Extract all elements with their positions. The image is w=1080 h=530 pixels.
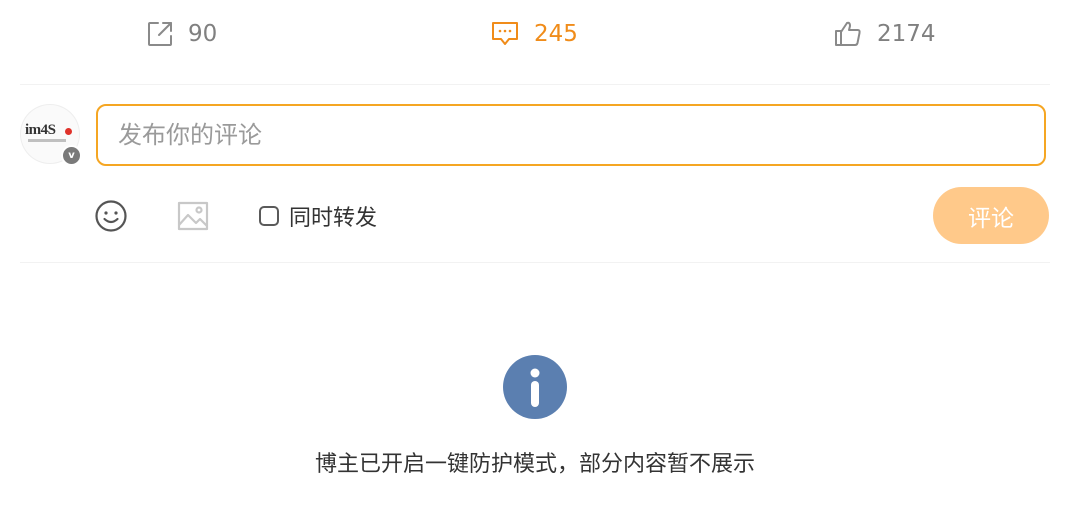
avatar-logo-subtext: [28, 139, 66, 142]
divider: [20, 84, 1050, 85]
also-forward-label: 同时转发: [289, 206, 378, 231]
weibo-comment-panel: 90 245 2174 im4S v 发布你的评论 同时转发 评论 博主已开启一…: [0, 0, 1080, 530]
thumbs-up-icon: [833, 19, 863, 49]
like-action[interactable]: 2174: [833, 14, 936, 54]
forward-count: 90: [188, 21, 218, 47]
info-icon: [503, 355, 567, 419]
emoji-button[interactable]: [94, 199, 128, 233]
image-upload-button[interactable]: [176, 199, 210, 233]
forward-action[interactable]: 90: [146, 14, 217, 54]
avatar-logo: im4S: [25, 122, 56, 138]
verified-badge-icon: v: [61, 145, 82, 166]
comment-action[interactable]: 245: [490, 14, 578, 54]
share-icon: [146, 20, 174, 48]
submit-comment-button[interactable]: 评论: [933, 187, 1049, 244]
smiley-icon: [94, 200, 128, 237]
like-count: 2174: [877, 21, 936, 47]
action-bar: 90 245 2174: [0, 0, 1080, 70]
checkbox-box[interactable]: [259, 206, 279, 226]
comment-count: 245: [534, 21, 578, 47]
divider: [20, 262, 1050, 263]
comment-icon: [490, 20, 520, 48]
protection-notice: 博主已开启一键防护模式，部分内容暂不展示: [314, 452, 755, 477]
also-forward-checkbox[interactable]: 同时转发: [259, 200, 377, 232]
image-icon: [176, 201, 210, 237]
avatar-logo-dot: [65, 128, 72, 135]
comment-input[interactable]: [96, 104, 1046, 166]
